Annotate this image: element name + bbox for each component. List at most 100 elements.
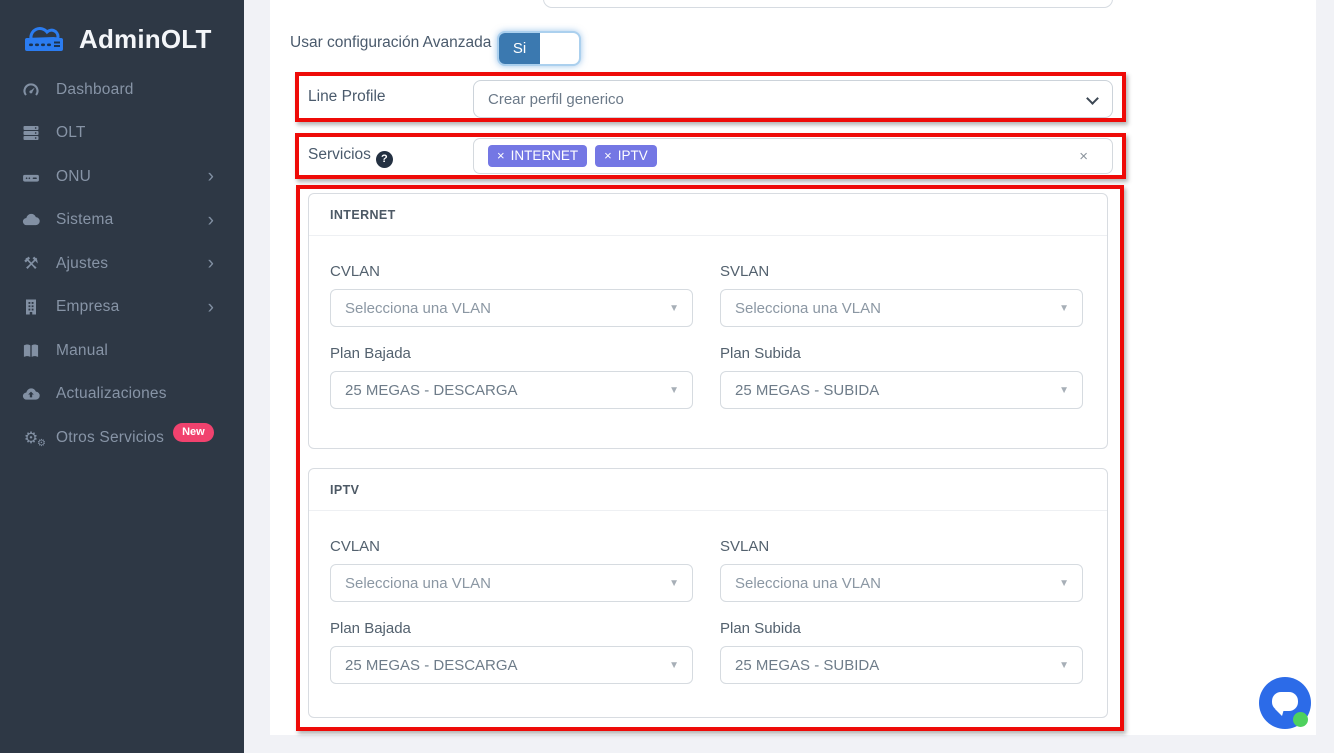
- dropdown-placeholder: Selecciona una VLAN: [345, 300, 491, 317]
- tag-internet[interactable]: × INTERNET: [488, 145, 587, 167]
- svlan-label: SVLAN: [720, 263, 1083, 280]
- chat-bubble-icon: [1272, 692, 1298, 711]
- sidebar-item-label: Empresa: [56, 298, 119, 316]
- advanced-config-label: Usar configuración Avanzada: [290, 34, 491, 52]
- sidebar-item-label: Actualizaciones: [56, 385, 167, 403]
- servicios-label: Servicios?: [308, 146, 393, 165]
- speedometer-icon: [19, 80, 43, 100]
- cvlan-label: CVLAN: [330, 538, 693, 555]
- gear-icon-small: ⚙: [37, 438, 46, 449]
- caret-down-icon: ▼: [669, 660, 679, 671]
- sidebar-item-label: Sistema: [56, 211, 113, 229]
- sidebar-item-olt[interactable]: OLT: [0, 112, 244, 156]
- svlan-dropdown[interactable]: Selecciona una VLAN ▼: [720, 564, 1083, 602]
- plan-subida-dropdown[interactable]: 25 MEGAS - SUBIDA ▼: [720, 371, 1083, 409]
- sidebar-item-label: Manual: [56, 342, 108, 360]
- line-profile-label: Line Profile: [308, 88, 386, 106]
- servicios-multiselect[interactable]: × INTERNET × IPTV ×: [473, 138, 1113, 174]
- dropdown-value: 25 MEGAS - SUBIDA: [735, 382, 879, 399]
- caret-down-icon: ▼: [669, 303, 679, 314]
- sidebar-item-otros-servicios[interactable]: ⚙ ⚙ Otros Servicios New: [0, 416, 244, 460]
- annotation-box-servicios: Servicios? × INTERNET × IPTV ×: [295, 133, 1126, 179]
- plan-bajada-label: Plan Bajada: [330, 345, 693, 362]
- sidebar-item-empresa[interactable]: Empresa ›: [0, 286, 244, 330]
- sidebar-item-manual[interactable]: Manual: [0, 329, 244, 373]
- svlan-label: SVLAN: [720, 538, 1083, 555]
- plan-bajada-label: Plan Bajada: [330, 620, 693, 637]
- app-title: AdminOLT: [79, 24, 212, 55]
- plan-bajada-dropdown[interactable]: 25 MEGAS - DESCARGA ▼: [330, 371, 693, 409]
- sidebar-item-label: OLT: [56, 124, 86, 142]
- dropdown-placeholder: Selecciona una VLAN: [735, 300, 881, 317]
- adminolt-logo-icon: [18, 17, 70, 62]
- help-icon[interactable]: ?: [376, 151, 393, 168]
- line-profile-selected-value: Crear perfil generico: [488, 91, 624, 108]
- sidebar-item-ajustes[interactable]: ⚒ Ajustes ›: [0, 242, 244, 286]
- online-status-dot: [1293, 712, 1308, 727]
- dropdown-value: 25 MEGAS - DESCARGA: [345, 657, 518, 674]
- plan-subida-label: Plan Subida: [720, 345, 1083, 362]
- servicios-label-text: Servicios: [308, 146, 371, 163]
- cvlan-dropdown[interactable]: Selecciona una VLAN ▼: [330, 289, 693, 327]
- dropdown-value: 25 MEGAS - DESCARGA: [345, 382, 518, 399]
- cvlan-dropdown[interactable]: Selecciona una VLAN ▼: [330, 564, 693, 602]
- sidebar-item-label: Ajustes: [56, 255, 108, 273]
- tag-label: IPTV: [618, 148, 648, 163]
- chevron-right-icon: ›: [208, 211, 214, 230]
- caret-down-icon: ▼: [669, 385, 679, 396]
- sidebar: AdminOLT Dashboard OLT ONU ›: [0, 0, 244, 753]
- sidebar-item-dashboard[interactable]: Dashboard: [0, 68, 244, 112]
- chevron-right-icon: ›: [208, 167, 214, 186]
- tag-remove-icon[interactable]: ×: [604, 148, 612, 163]
- partial-input-top[interactable]: [543, 0, 1113, 8]
- sidebar-item-label: ONU: [56, 168, 91, 186]
- plan-bajada-dropdown[interactable]: 25 MEGAS - DESCARGA ▼: [330, 646, 693, 684]
- sidebar-item-label: Otros Servicios: [56, 429, 164, 447]
- dropdown-placeholder: Selecciona una VLAN: [735, 575, 881, 592]
- sidebar-item-actualizaciones[interactable]: Actualizaciones: [0, 373, 244, 417]
- clear-all-icon[interactable]: ×: [1079, 148, 1088, 165]
- chevron-down-icon: [1086, 92, 1099, 105]
- sidebar-item-sistema[interactable]: Sistema ›: [0, 199, 244, 243]
- device-icon: [19, 167, 43, 187]
- app-logo[interactable]: AdminOLT: [0, 0, 244, 62]
- card-title: INTERNET: [309, 194, 1107, 236]
- cloud-icon: [19, 210, 43, 230]
- card-title: IPTV: [309, 469, 1107, 511]
- tag-iptv[interactable]: × IPTV: [595, 145, 657, 167]
- sidebar-menu: Dashboard OLT ONU › Sistema: [0, 68, 244, 460]
- book-icon: [19, 341, 43, 361]
- chevron-right-icon: ›: [208, 298, 214, 317]
- main-content: Usar configuración Avanzada Si Line Prof…: [244, 0, 1334, 753]
- annotation-box-line-profile: Line Profile Crear perfil generico: [295, 72, 1126, 122]
- internet-card: INTERNET CVLAN Selecciona una VLAN ▼ SVL…: [308, 193, 1108, 449]
- svlan-dropdown[interactable]: Selecciona una VLAN ▼: [720, 289, 1083, 327]
- new-badge: New: [173, 423, 214, 442]
- tag-remove-icon[interactable]: ×: [497, 148, 505, 163]
- iptv-card: IPTV CVLAN Selecciona una VLAN ▼ SVLAN: [308, 468, 1108, 718]
- line-profile-select[interactable]: Crear perfil generico: [473, 80, 1113, 118]
- cvlan-label: CVLAN: [330, 263, 693, 280]
- tools-icon: ⚒: [19, 254, 43, 274]
- caret-down-icon: ▼: [1059, 660, 1069, 671]
- annotation-box-service-cards: INTERNET CVLAN Selecciona una VLAN ▼ SVL…: [296, 185, 1124, 731]
- gears-icon: ⚙ ⚙: [19, 428, 43, 447]
- dropdown-placeholder: Selecciona una VLAN: [345, 575, 491, 592]
- advanced-config-toggle[interactable]: Si: [497, 31, 581, 66]
- gear-icon: ⚙: [24, 428, 38, 447]
- building-icon: [19, 297, 43, 317]
- caret-down-icon: ▼: [1059, 303, 1069, 314]
- caret-down-icon: ▼: [669, 578, 679, 589]
- toggle-on-segment[interactable]: Si: [499, 33, 540, 64]
- plan-subida-dropdown[interactable]: 25 MEGAS - SUBIDA ▼: [720, 646, 1083, 684]
- screen: AdminOLT Dashboard OLT ONU ›: [0, 0, 1334, 753]
- server-stack-icon: [19, 123, 43, 143]
- caret-down-icon: ▼: [1059, 385, 1069, 396]
- cloud-upload-icon: [19, 384, 43, 404]
- sidebar-item-label: Dashboard: [56, 81, 134, 99]
- chevron-right-icon: ›: [208, 254, 214, 273]
- plan-subida-label: Plan Subida: [720, 620, 1083, 637]
- tag-label: INTERNET: [511, 148, 579, 163]
- sidebar-item-onu[interactable]: ONU ›: [0, 155, 244, 199]
- dropdown-value: 25 MEGAS - SUBIDA: [735, 657, 879, 674]
